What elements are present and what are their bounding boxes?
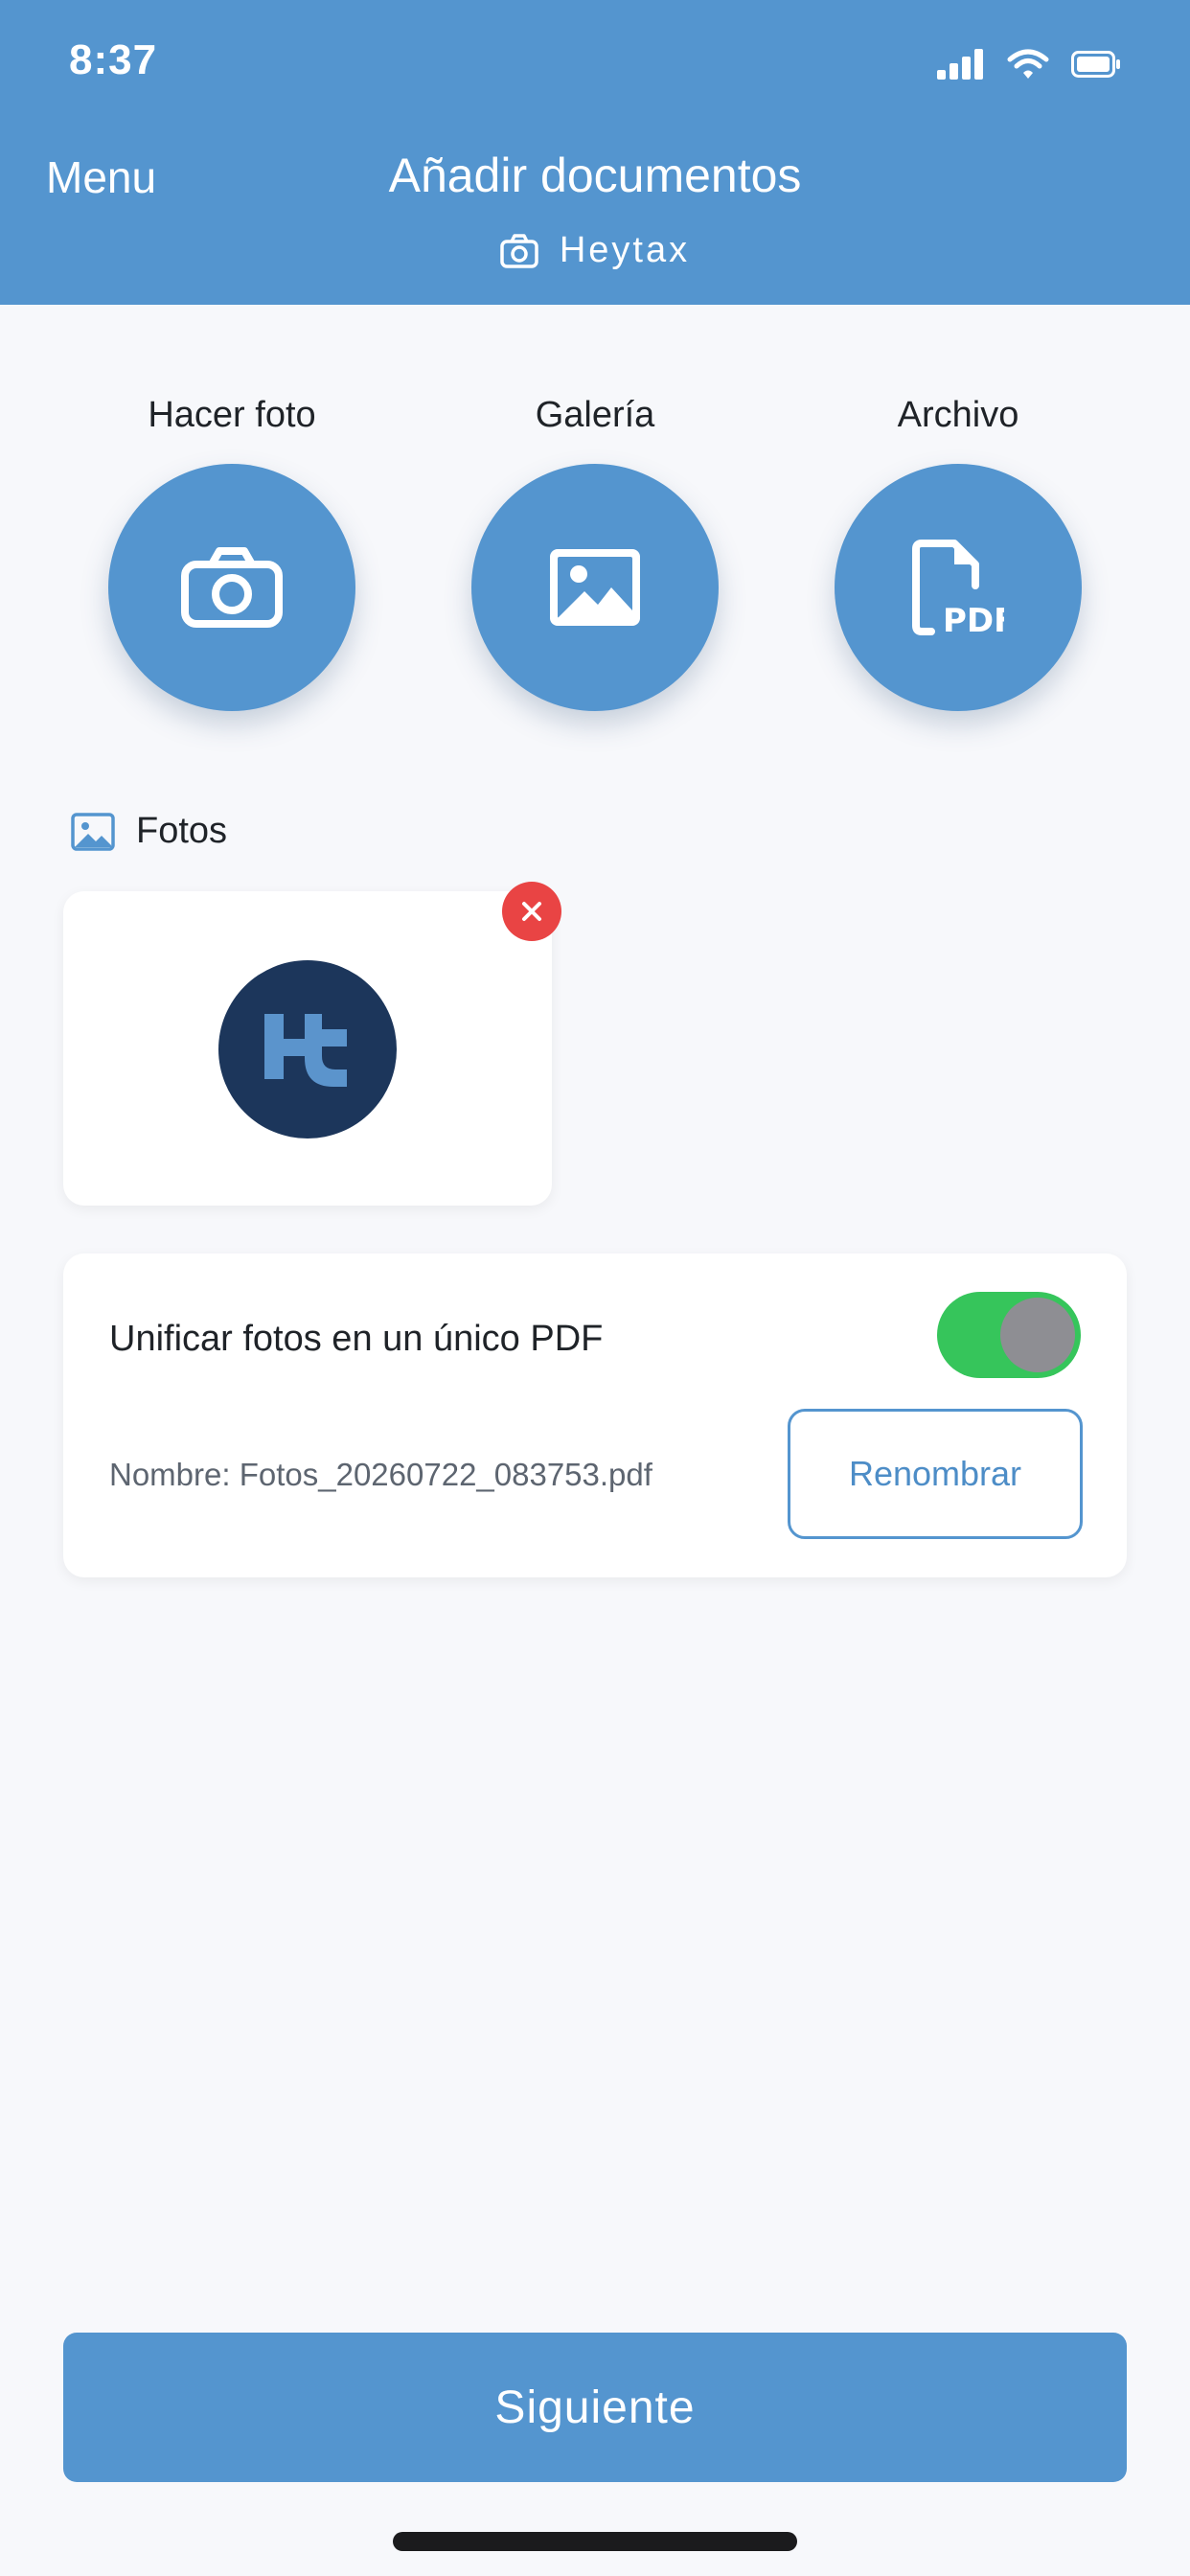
unify-pdf-label: Unificar fotos en un único PDF [109,1319,604,1359]
status-time: 8:37 [69,36,158,83]
pdf-options-card: Unificar fotos en un único PDF Nombre: F… [63,1254,1127,1577]
header: 8:37 Menu Añadir documentos Heytax [0,0,1190,305]
gallery-label: Galería [535,395,655,435]
file-button[interactable]: PDF [835,464,1082,711]
gallery-button[interactable] [471,464,719,711]
take-photo-action[interactable]: Hacer foto [88,391,376,711]
page-title: Añadir documentos [388,149,802,202]
next-button[interactable]: Siguiente [63,2333,1127,2482]
camera-icon [181,547,283,628]
close-icon [522,902,541,921]
take-photo-label: Hacer foto [148,395,316,435]
svg-text:PDF: PDF [943,602,1004,635]
file-label: Archivo [897,395,1019,435]
account-selector[interactable]: Heytax [0,230,1190,271]
heytax-logo-mark [264,1014,347,1087]
pdf-file-name: Nombre: Fotos_20260722_083753.pdf [109,1457,652,1492]
gallery-action[interactable]: Galería [451,391,739,711]
file-action[interactable]: Archivo PDF [814,391,1102,711]
photos-section-title: Fotos [136,811,228,851]
image-icon [550,549,640,626]
camera-icon [500,233,538,268]
pdf-file-icon: PDF [912,540,1004,635]
home-indicator [393,2532,797,2551]
cellular-signal-icon [937,49,983,80]
heytax-logo [218,960,397,1138]
wifi-icon [1007,49,1049,79]
image-icon [71,812,115,851]
rename-button[interactable]: Renombrar [788,1409,1083,1539]
toggle-knob [1000,1298,1075,1372]
status-icons [937,48,1121,80]
unify-pdf-toggle[interactable] [937,1292,1081,1378]
remove-photo-button[interactable] [502,882,561,941]
photos-section-header: Fotos [71,811,227,852]
photo-thumbnail[interactable] [63,891,552,1206]
account-name: Heytax [559,230,691,270]
take-photo-button[interactable] [108,464,355,711]
battery-icon [1071,51,1120,78]
